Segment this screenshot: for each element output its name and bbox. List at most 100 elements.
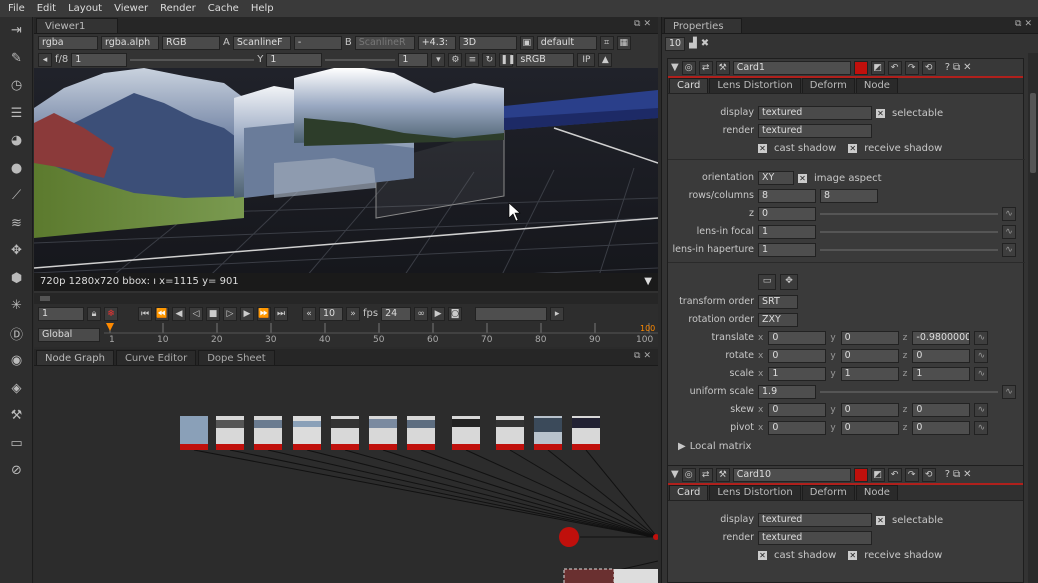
node-color-icon[interactable] bbox=[853, 60, 868, 75]
current-frame-field[interactable]: 1 bbox=[38, 306, 84, 321]
loop-icon[interactable]: ∞ bbox=[414, 306, 429, 321]
animation-icon[interactable]: ∿ bbox=[974, 421, 989, 435]
animation-icon[interactable]: ∿ bbox=[1002, 207, 1016, 221]
histogram-icon[interactable]: ▲ bbox=[598, 52, 613, 67]
time-icon[interactable]: ◷ bbox=[0, 72, 33, 100]
collapse-icon[interactable]: ▼ bbox=[671, 469, 679, 480]
animation-icon[interactable]: ∿ bbox=[974, 331, 989, 345]
deep-icon[interactable]: Ⓓ bbox=[0, 320, 33, 348]
gamma-slider[interactable] bbox=[325, 55, 396, 65]
keyer-icon[interactable]: ⟋ bbox=[0, 182, 33, 210]
read-node[interactable] bbox=[496, 416, 524, 450]
menu-cache[interactable]: Cache bbox=[204, 3, 247, 14]
a-input-dropdown[interactable]: ScanlineF bbox=[232, 35, 291, 50]
color-icon[interactable]: ◕ bbox=[0, 127, 33, 155]
read-node[interactable] bbox=[216, 416, 244, 450]
other-icon[interactable]: ▭ bbox=[0, 430, 33, 458]
receive-shadow-checkbox[interactable]: ✕ bbox=[848, 550, 858, 560]
channels-dropdown[interactable]: rgba bbox=[38, 35, 98, 50]
grid-icon[interactable]: ▦ bbox=[616, 35, 631, 50]
camera-icon[interactable]: ▣ bbox=[519, 35, 534, 50]
roi-icon[interactable]: ⌗ bbox=[599, 35, 614, 50]
furnace-icon[interactable]: ⊘ bbox=[0, 457, 33, 485]
last-frame-icon[interactable]: ⏭ bbox=[274, 306, 288, 321]
skew-z-field[interactable]: 0 bbox=[912, 403, 971, 417]
fstop-arrow-icon[interactable]: ◂ bbox=[38, 52, 52, 67]
gain-field[interactable]: 1 bbox=[71, 52, 128, 67]
next-key-icon[interactable]: ⏩ bbox=[257, 306, 271, 321]
read-node[interactable] bbox=[180, 416, 208, 450]
paint-icon[interactable]: ✎ bbox=[0, 45, 33, 73]
display-dropdown[interactable]: textured bbox=[758, 106, 872, 120]
merge-icon[interactable]: ≋ bbox=[0, 210, 33, 238]
views-icon[interactable]: ◉ bbox=[0, 347, 33, 375]
toolsets-icon[interactable]: ⚒ bbox=[0, 402, 33, 430]
display-dropdown[interactable]: textured bbox=[758, 513, 872, 527]
pivot-y-field[interactable]: 0 bbox=[840, 421, 899, 435]
pause-icon[interactable]: ❚❚ bbox=[499, 52, 515, 67]
transform-handle-icon[interactable]: ✥ bbox=[780, 274, 798, 290]
gain-slider[interactable] bbox=[130, 55, 255, 65]
tab-card[interactable]: Card bbox=[669, 485, 709, 500]
tab-node-graph[interactable]: Node Graph bbox=[36, 350, 114, 365]
view-icon[interactable]: ◎ bbox=[681, 60, 696, 75]
menu-render[interactable]: Render bbox=[156, 3, 204, 14]
range-dropdown[interactable]: Global bbox=[38, 328, 100, 342]
lens-focal-slider[interactable] bbox=[820, 227, 998, 237]
transform-icon[interactable]: ✥ bbox=[0, 237, 33, 265]
read-node[interactable] bbox=[293, 416, 321, 450]
selectable-checkbox[interactable]: ✕ bbox=[876, 515, 885, 525]
scrollbar-thumb[interactable] bbox=[1030, 93, 1036, 173]
scale-z-field[interactable]: 1 bbox=[912, 367, 971, 381]
proxy-icon[interactable]: ▾ bbox=[431, 52, 446, 67]
menu-help[interactable]: Help bbox=[247, 3, 282, 14]
scale-y-field[interactable]: 1 bbox=[840, 367, 899, 381]
rotate-z-field[interactable]: 0 bbox=[912, 349, 971, 363]
filter-icon[interactable]: ● bbox=[0, 155, 33, 183]
menu-viewer[interactable]: Viewer bbox=[110, 3, 156, 14]
read-node[interactable] bbox=[369, 416, 397, 450]
tab-lens-distortion[interactable]: Lens Distortion bbox=[709, 78, 801, 93]
uniform-scale-field[interactable]: 1.9 bbox=[758, 385, 816, 399]
render-dropdown[interactable]: textured bbox=[758, 531, 872, 545]
node-strip[interactable] bbox=[614, 569, 658, 583]
z-field[interactable]: 0 bbox=[758, 207, 816, 221]
rotate-x-field[interactable]: 0 bbox=[768, 349, 827, 363]
animation-icon[interactable]: ∿ bbox=[1002, 243, 1016, 257]
read-node[interactable] bbox=[331, 416, 359, 450]
colorspace-dropdown[interactable]: sRGB bbox=[516, 52, 575, 67]
view-icon[interactable]: ◎ bbox=[681, 467, 696, 482]
selected-node[interactable] bbox=[563, 568, 615, 583]
record-icon[interactable]: ◙ bbox=[448, 306, 463, 321]
orientation-dropdown[interactable]: XY bbox=[758, 171, 794, 185]
help-icon[interactable]: ? bbox=[945, 62, 950, 73]
node-name-field[interactable]: Card10 bbox=[732, 467, 851, 482]
max-panels-field[interactable]: 10 bbox=[665, 36, 685, 51]
play-back-icon[interactable]: ◁ bbox=[189, 306, 203, 321]
timeline-scrub[interactable] bbox=[34, 293, 658, 304]
playhead[interactable] bbox=[106, 323, 114, 331]
undo-icon[interactable]: ↶ bbox=[887, 467, 902, 482]
animation-icon[interactable]: ∿ bbox=[974, 367, 989, 381]
gain-dropdown[interactable]: +4.3: bbox=[417, 35, 456, 50]
fps-field[interactable]: 24 bbox=[381, 306, 412, 321]
tab-node[interactable]: Node bbox=[855, 78, 898, 93]
info-menu-arrow-icon[interactable]: ▼ bbox=[644, 273, 652, 291]
local-matrix-toggle[interactable]: ▶ Local matrix bbox=[678, 439, 751, 453]
frame-field[interactable]: 1 bbox=[398, 52, 429, 67]
dot-node[interactable] bbox=[559, 527, 579, 547]
scale-x-field[interactable]: 1 bbox=[768, 367, 827, 381]
float-icon[interactable]: ⧉ bbox=[953, 62, 960, 73]
read-node[interactable] bbox=[254, 416, 282, 450]
viewer-canvas[interactable]: 720p bbox=[34, 68, 658, 291]
node-icon[interactable]: ⇄ bbox=[698, 467, 713, 482]
tab-card[interactable]: Card bbox=[669, 78, 709, 93]
read-node[interactable] bbox=[407, 416, 435, 450]
lock-icon[interactable]: 🔒︎ bbox=[87, 306, 101, 321]
menu-file[interactable]: File bbox=[4, 3, 33, 14]
animation-icon[interactable]: ∿ bbox=[974, 349, 989, 363]
particles-icon[interactable]: ✳ bbox=[0, 292, 33, 320]
read-node[interactable] bbox=[452, 416, 480, 450]
close-icon[interactable]: ✕ bbox=[963, 469, 971, 480]
skew-x-field[interactable]: 0 bbox=[768, 403, 827, 417]
